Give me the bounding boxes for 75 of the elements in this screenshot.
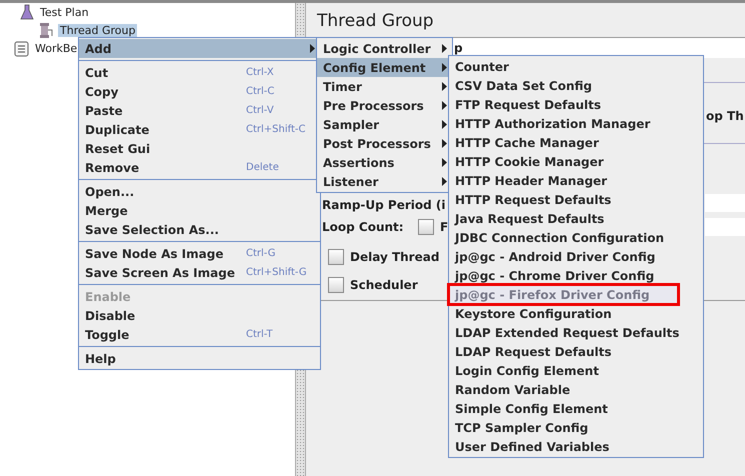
menu-item[interactable]: User Defined Variables — [449, 437, 703, 456]
menu-item[interactable]: HTTP Cache Manager — [449, 133, 703, 152]
shortcut-label: Ctrl+Shift-G — [246, 267, 307, 278]
menu-item[interactable]: jp@gc - Chrome Driver Config — [449, 266, 703, 285]
menu-item[interactable]: TCP Sampler Config — [449, 418, 703, 437]
tree-item[interactable]: Test Plan — [38, 6, 91, 18]
flask-icon — [20, 4, 34, 20]
menu-item[interactable]: Remove Delete — [79, 158, 320, 177]
shortcut-label: Ctrl-X — [246, 67, 274, 78]
menu-item[interactable]: Open... — [79, 182, 320, 201]
menu-item[interactable]: LDAP Request Defaults — [449, 342, 703, 361]
menu-item[interactable]: Save Node As Image Ctrl-G — [79, 244, 320, 263]
menu-item[interactable]: Java Request Defaults — [449, 209, 703, 228]
forever-checkbox[interactable] — [418, 219, 434, 235]
menu-item[interactable]: LDAP Extended Request Defaults — [449, 323, 703, 342]
loop-count-label: Loop Count: — [322, 220, 405, 234]
shortcut-label: Ctrl-T — [246, 329, 273, 340]
shortcut-label: Ctrl+Shift-C — [246, 124, 306, 135]
menu-item[interactable]: Keystore Configuration — [449, 304, 703, 323]
menu-item[interactable]: Merge — [79, 201, 320, 220]
menu-item[interactable]: Toggle Ctrl-T — [79, 325, 320, 344]
menu-item[interactable]: Logic Controller — [317, 39, 452, 58]
menu-item[interactable]: HTTP Authorization Manager — [449, 114, 703, 133]
spool-icon — [38, 22, 54, 38]
shortcut-label: Ctrl-G — [246, 248, 276, 259]
submenu-arrow-icon — [442, 120, 447, 129]
menu-item[interactable]: Post Processors — [317, 134, 452, 153]
submenu-arrow-icon — [442, 101, 447, 110]
tree-item[interactable]: Thread Group — [58, 24, 138, 36]
clipboard-icon — [14, 40, 29, 56]
menu-item[interactable]: Reset Gui — [79, 139, 320, 158]
menu-item[interactable]: Duplicate Ctrl+Shift-C — [79, 120, 320, 139]
menu-item[interactable]: Listener — [317, 172, 452, 191]
menu-item[interactable]: Disable — [79, 306, 320, 325]
menu-item[interactable]: CSV Data Set Config — [449, 76, 703, 95]
shortcut-label: Ctrl-V — [246, 105, 274, 116]
menu-item[interactable]: Paste Ctrl-V — [79, 101, 320, 120]
menu-item[interactable]: HTTP Request Defaults — [449, 190, 703, 209]
menu-item[interactable]: Random Variable — [449, 380, 703, 399]
menu-item[interactable]: Counter — [449, 57, 703, 76]
menu-item[interactable]: Login Config Element — [449, 361, 703, 380]
menu-item[interactable]: Help — [79, 349, 320, 368]
menu-item[interactable]: JDBC Connection Configuration — [449, 228, 703, 247]
menu-item[interactable]: Copy Ctrl-C — [79, 82, 320, 101]
menu-item[interactable]: Sampler — [317, 115, 452, 134]
menu-item[interactable]: Save Selection As... — [79, 220, 320, 239]
rampup-field[interactable] — [705, 194, 745, 212]
shortcut-label: Delete — [246, 162, 279, 173]
delay-label: Delay Thread — [350, 250, 440, 264]
menu-item[interactable]: Assertions — [317, 153, 452, 172]
menu-item[interactable]: Pre Processors — [317, 96, 452, 115]
rampup-label: Ramp-Up Period (i — [322, 198, 446, 212]
shortcut-label: Ctrl-C — [246, 86, 274, 97]
menu-item[interactable]: Timer — [317, 77, 452, 96]
tree-item[interactable]: WorkBe — [33, 42, 80, 54]
submenu-arrow-icon — [442, 82, 447, 91]
menu-item[interactable]: jp@gc - Android Driver Config — [449, 247, 703, 266]
delay-checkbox[interactable] — [328, 249, 344, 265]
menu-item[interactable]: Save Screen As Image Ctrl+Shift-G — [79, 263, 320, 282]
menu-item[interactable]: Cut Ctrl-X — [79, 63, 320, 82]
menu-item[interactable]: HTTP Header Manager — [449, 171, 703, 190]
menu-item[interactable]: FTP Request Defaults — [449, 95, 703, 114]
scheduler-label: Scheduler — [350, 278, 418, 292]
menu-item[interactable]: Simple Config Element — [449, 399, 703, 418]
radio-label: op Th — [706, 109, 744, 123]
submenu-arrow-icon — [442, 63, 447, 72]
submenu-arrow-icon — [442, 139, 447, 148]
scheduler-checkbox[interactable] — [328, 277, 344, 293]
submenu-arrow-icon — [442, 44, 447, 53]
submenu-arrow-icon — [442, 158, 447, 167]
loop-count-field[interactable] — [705, 218, 745, 236]
menu-item[interactable]: HTTP Cookie Manager — [449, 152, 703, 171]
submenu-arrow-icon — [442, 177, 447, 186]
submenu-arrow-icon — [310, 44, 315, 53]
forever-label: F — [440, 220, 448, 234]
